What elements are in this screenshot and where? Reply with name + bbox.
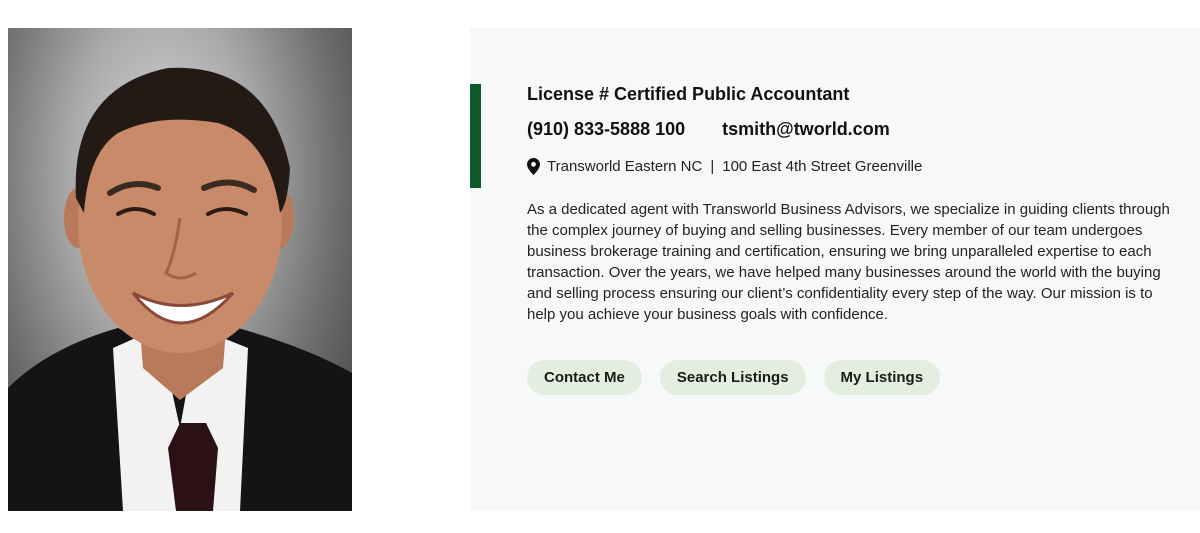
office-location: Transworld Eastern NC | 100 East 4th Str… (527, 158, 922, 175)
portrait-illustration (8, 67, 352, 511)
phone-link[interactable]: (910) 833-5888 100 (527, 119, 685, 139)
my-listings-button[interactable]: My Listings (823, 360, 941, 395)
action-buttons: Contact Me Search Listings My Listings (527, 360, 958, 395)
agent-photo (8, 28, 352, 511)
contact-me-button[interactable]: Contact Me (527, 360, 642, 395)
license-title: License # Certified Public Accountant (527, 84, 850, 104)
search-listings-button[interactable]: Search Listings (659, 360, 806, 395)
email-link[interactable]: tsmith@tworld.com (722, 119, 890, 139)
office-address: 100 East 4th Street Greenville (722, 158, 923, 175)
agent-profile: License # Certified Public Accountant (9… (0, 0, 1200, 533)
office-name: Transworld Eastern NC (547, 158, 703, 175)
map-pin-icon (527, 158, 540, 175)
agent-bio: As a dedicated agent with Transworld Bus… (527, 201, 1170, 323)
location-separator: | (710, 158, 715, 175)
contact-line: (910) 833-5888 100 tsmith@tworld.com (527, 119, 890, 140)
accent-bar (470, 84, 481, 188)
